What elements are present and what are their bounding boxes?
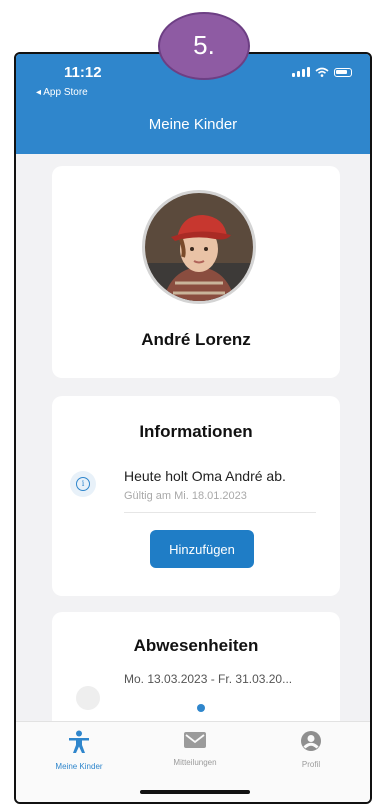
tab-label: Mitteilungen <box>173 758 217 767</box>
child-name: André Lorenz <box>141 330 251 349</box>
page-title: Meine Kinder <box>148 116 238 133</box>
information-title: Informationen <box>139 422 253 441</box>
absences-card: Abwesenheiten Mo. 13.03.2023 - Fr. 31.03… <box>52 612 340 732</box>
step-badge: 5. <box>158 12 250 80</box>
status-time: 11:12 <box>64 64 102 81</box>
absence-icon <box>76 686 100 710</box>
home-indicator[interactable] <box>140 790 250 794</box>
person-icon <box>301 731 321 751</box>
page-indicator-dot <box>197 704 205 712</box>
info-icon: i <box>70 471 96 497</box>
tab-label: Meine Kinder <box>55 762 103 771</box>
absences-title: Abwesenheiten <box>133 636 259 655</box>
mail-icon <box>184 732 206 748</box>
divider <box>124 512 316 513</box>
back-to-app-store-link[interactable]: ◂ App Store <box>36 87 88 98</box>
tab-meine-kinder[interactable]: Meine Kinder <box>34 730 124 771</box>
tab-mitteilungen[interactable]: Mitteilungen <box>150 730 240 767</box>
battery-icon <box>334 68 352 77</box>
child-profile-card[interactable]: André Lorenz <box>52 166 340 378</box>
absence-entry[interactable]: Mo. 13.03.2023 - Fr. 31.03.20... <box>124 672 292 686</box>
system-icons <box>292 67 352 77</box>
child-icon <box>69 730 89 753</box>
tab-bar: Meine Kinder Mitteilungen Profil <box>16 721 370 802</box>
wifi-icon <box>315 67 329 77</box>
add-information-button[interactable]: Hinzufügen <box>150 530 254 568</box>
child-avatar <box>142 190 256 304</box>
tab-label: Profil <box>301 760 321 769</box>
information-card: Informationen i Heute holt Oma André ab.… <box>52 396 340 596</box>
information-valid-date: Gültig am Mi. 18.01.2023 <box>124 490 247 502</box>
phone-frame: 11:12 ◂ App Store Meine Kinder André Lor… <box>14 52 372 804</box>
information-message[interactable]: Heute holt Oma André ab. <box>124 468 286 484</box>
signal-icon <box>292 67 310 77</box>
tab-profil[interactable]: Profil <box>266 730 356 769</box>
